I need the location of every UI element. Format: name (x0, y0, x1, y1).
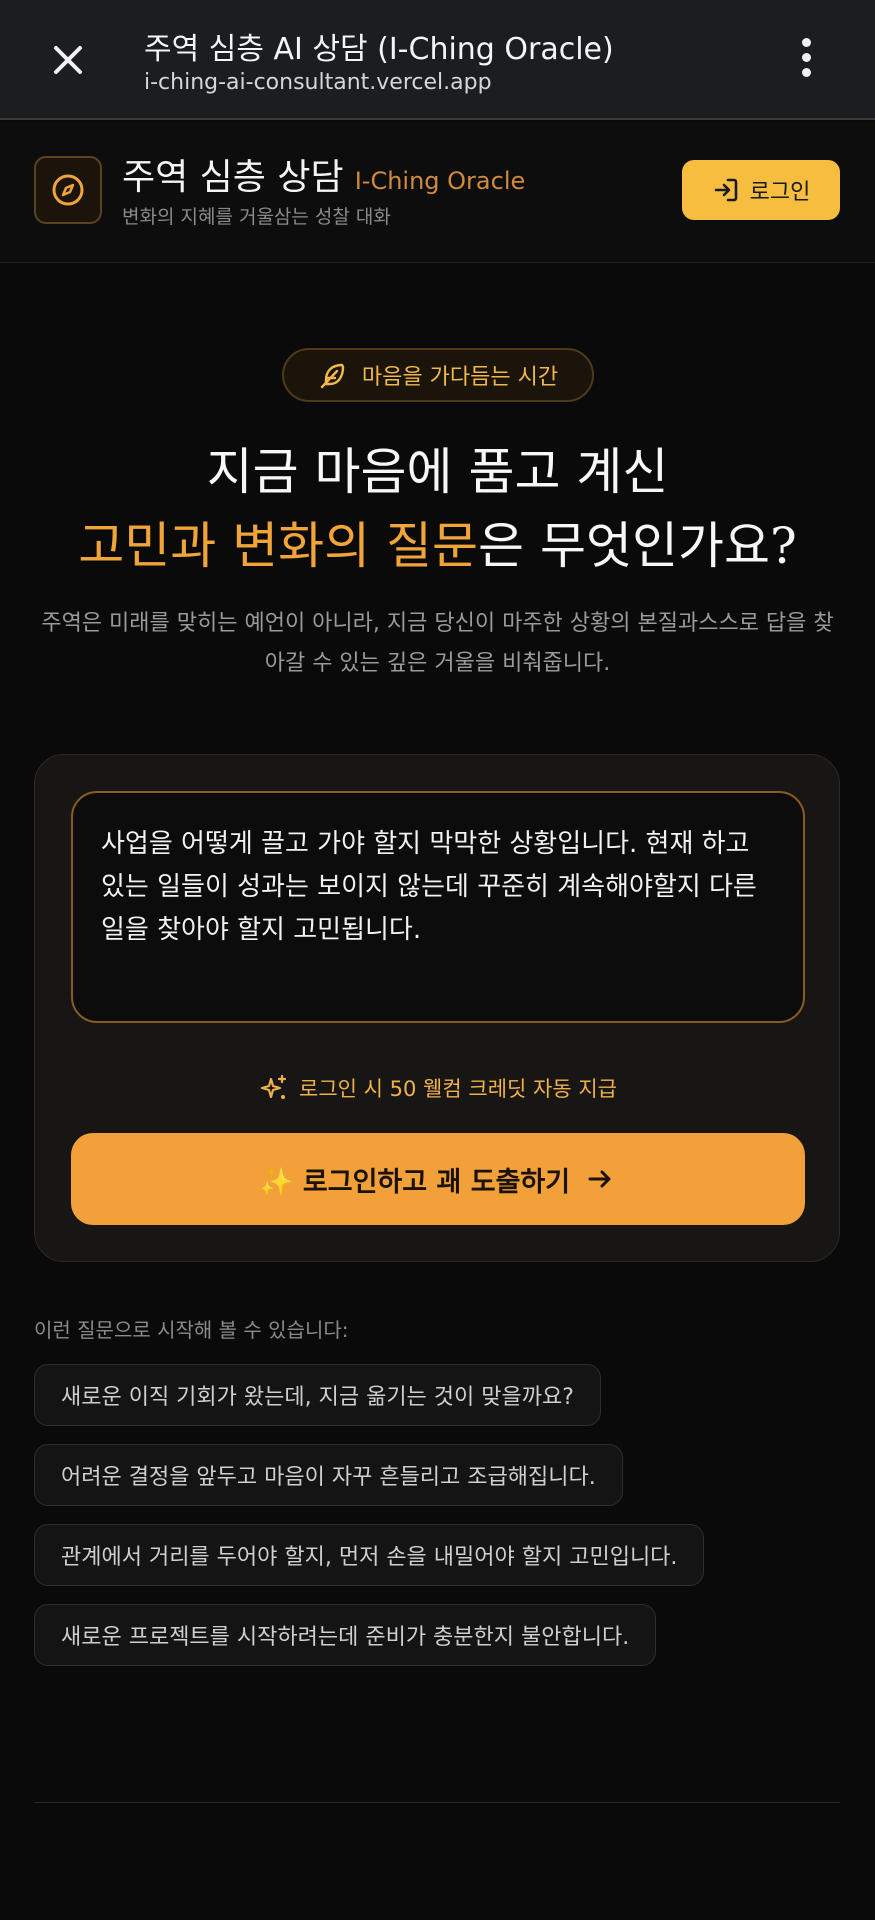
suggestion-chip[interactable]: 새로운 프로젝트를 시작하려는데 준비가 충분한지 불안합니다. (34, 1604, 657, 1666)
browser-toolbar: 주역 심층 AI 상담 (I-Ching Oracle) i-ching-ai-… (0, 0, 875, 120)
mindfulness-badge: 마음을 가다듬는 시간 (282, 348, 594, 402)
question-card: 사업을 어떻게 끌고 가야 할지 막막한 상황입니다. 현재 하고 있는 일들이… (34, 754, 840, 1262)
more-vert-icon[interactable] (796, 38, 816, 82)
hero-heading-line1: 지금 마음에 품고 계신 (206, 443, 669, 501)
logo[interactable] (34, 156, 102, 224)
credit-note: 로그인 시 50 웰컴 크레딧 자동 지급 (35, 1073, 841, 1103)
feather-icon (320, 363, 345, 389)
arrow-right-icon (588, 1170, 611, 1188)
suggestion-chip[interactable]: 관계에서 거리를 두어야 할지, 먼저 손을 내밀어야 할지 고민입니다. (34, 1524, 705, 1586)
hero-heading-accent: 고민과 변화의 질문 (78, 517, 479, 575)
footer-divider (34, 1802, 840, 1803)
question-input[interactable]: 사업을 어떻게 끌고 가야 할지 막막한 상황입니다. 현재 하고 있는 일들이… (71, 791, 805, 1023)
badge-label: 마음을 가다듬는 시간 (361, 365, 559, 390)
browser-page-title: 주역 심층 AI 상담 (I-Ching Oracle) (144, 32, 614, 67)
login-and-derive-button[interactable]: ✨ 로그인하고 괘 도출하기 (71, 1133, 805, 1225)
login-label: 로그인 (749, 180, 811, 205)
suggestion-chip[interactable]: 어려운 결정을 앞두고 마음이 자꾸 흔들리고 조급해집니다. (34, 1444, 623, 1506)
suggestions-label: 이런 질문으로 시작해 볼 수 있습니다: (34, 1318, 349, 1342)
brand-title: 주역 심층 상담 I-Ching Oracle (122, 148, 525, 200)
suggestion-chip[interactable]: 새로운 이직 기회가 왔는데, 지금 옮기는 것이 맞을까요? (34, 1364, 601, 1426)
hero-heading-rest: 은 무엇인가요? (478, 517, 797, 575)
app-header: 주역 심층 상담 I-Ching Oracle 변화의 지혜를 거울삼는 성찰 … (0, 122, 875, 263)
brand-title-en: I-Ching Oracle (354, 167, 526, 195)
compass-icon (52, 174, 84, 206)
close-icon[interactable] (48, 40, 88, 80)
brand-title-ko: 주역 심층 상담 (122, 157, 344, 198)
hero-description: 주역은 미래를 맞히는 예언이 아니라, 지금 당신이 마주한 상황의 본질과스… (41, 611, 834, 676)
sparkles-icon (260, 1074, 287, 1099)
browser-url[interactable]: i-ching-ai-consultant.vercel.app (144, 70, 492, 95)
login-icon (714, 178, 737, 202)
login-button[interactable]: 로그인 (682, 160, 840, 220)
brand-subtitle: 변화의 지혜를 거울삼는 성찰 대화 (122, 206, 391, 228)
hero-heading-line2: 고민과 변화의 질문은 무엇인가요? (0, 506, 875, 578)
cta-label: ✨ 로그인하고 괘 도출하기 (259, 1166, 571, 1198)
credit-note-text: 로그인 시 50 웰컴 크레딧 자동 지급 (299, 1077, 617, 1101)
